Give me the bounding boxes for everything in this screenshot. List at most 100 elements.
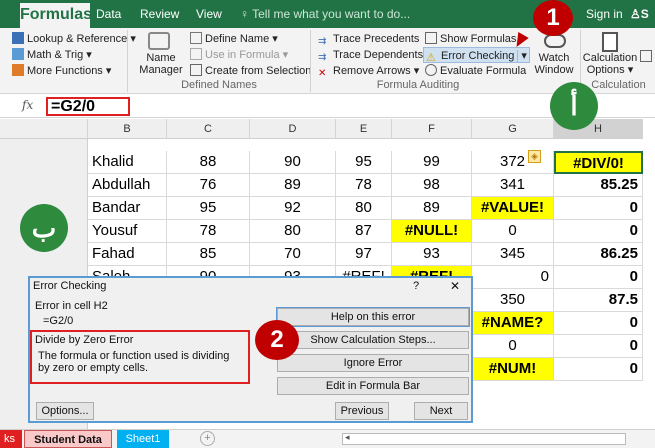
cell-H8[interactable]: 87.5 [554,289,643,312]
cell-D3[interactable]: 89 [250,174,336,197]
name-manager-button[interactable]: Name Manager [136,52,186,80]
help-on-error-button[interactable]: Help on this error [276,307,470,327]
cell-E5[interactable]: 87 [336,220,392,243]
watch-window-button[interactable]: Watch Window [530,52,578,80]
cell-B5[interactable]: Yousuf [88,220,167,243]
define-name-button[interactable]: Define Name ▾ [190,31,278,47]
use-in-formula-button[interactable]: Use in Formula ▾ [190,47,288,63]
cell-F3[interactable]: 98 [392,174,472,197]
tab-data[interactable]: Data [96,0,121,28]
remove-arrows-button[interactable]: ✕ Remove Arrows ▾ [318,63,419,79]
edit-in-formula-bar-button[interactable]: Edit in Formula Bar [277,377,469,395]
more-functions-button[interactable]: More Functions ▾ [12,63,111,79]
cell-G3[interactable]: 341 [472,174,554,197]
cell-G9[interactable]: #NAME? [472,312,554,335]
cell-B4[interactable]: Bandar [88,197,167,220]
evaluate-formula-button[interactable]: Evaluate Formula [425,63,526,79]
cell-H4[interactable]: 0 [554,197,643,220]
cell-E4[interactable]: 80 [336,197,392,220]
tab-review[interactable]: Review [140,0,179,28]
cell-H2[interactable]: #DIV/0! [554,151,643,174]
column-header[interactable]: D [250,119,336,139]
cell-G6[interactable]: 345 [472,243,554,266]
cell-E6[interactable]: 97 [336,243,392,266]
cell-B3[interactable]: Abdullah [88,174,167,197]
close-icon[interactable]: ✕ [450,279,460,293]
chevron-down-icon[interactable]: ▾ [517,50,527,62]
cell-C4[interactable]: 95 [167,197,250,220]
cell-G7[interactable]: 0 [472,266,554,289]
cell-D6[interactable]: 70 [250,243,336,266]
help-question-button[interactable]: ? [413,280,419,292]
cell-H6[interactable]: 86.25 [554,243,643,266]
cell-G8[interactable]: 350 [472,289,554,312]
column-header[interactable]: G [472,119,554,139]
cell-B6[interactable]: Fahad [88,243,167,266]
cell-H7[interactable]: 0 [554,266,643,289]
add-sheet-button[interactable]: + [200,431,215,446]
trace-precedents-button[interactable]: ⇉ Trace Precedents [318,31,419,47]
trace-dependents-button[interactable]: ⇉ Trace Dependents [318,47,423,63]
error-smart-tag-icon[interactable]: ◈ [528,150,541,163]
tab-view[interactable]: View [196,0,222,28]
sheet-tab-sheet1[interactable]: Sheet1 [117,430,169,448]
math-trig-button[interactable]: Math & Trig ▾ [12,47,92,63]
cell-G11[interactable]: #NUM! [472,358,554,381]
show-calculation-steps-button[interactable]: Show Calculation Steps... [277,331,469,349]
cell-H10[interactable]: 0 [554,335,643,358]
annotation-badge-2: 2 [255,320,299,360]
tab-formulas[interactable]: Formulas [20,3,92,29]
calculation-options-button[interactable]: Calculation Options ▾ [582,52,638,80]
cell-C2[interactable]: 88 [167,151,250,174]
excel-window: Formulas Data Review View ♀ Tell me what… [0,0,655,448]
cell-D5[interactable]: 80 [250,220,336,243]
cell-E3[interactable]: 78 [336,174,392,197]
sign-in-link[interactable]: Sign in [586,0,623,28]
cell-F5[interactable]: #NULL! [392,220,472,243]
cell-G10[interactable]: 0 [472,335,554,358]
formula-input[interactable]: =G2/0 [46,97,130,116]
cell-D4[interactable]: 92 [250,197,336,220]
fx-icon[interactable]: fx [22,98,33,112]
column-header[interactable]: E [336,119,392,139]
cell-C5[interactable]: 78 [167,220,250,243]
column-header[interactable]: F [392,119,472,139]
select-all-corner[interactable] [0,119,88,139]
cell-C6[interactable]: 85 [167,243,250,266]
cell-B2[interactable]: Khalid [88,151,167,174]
lookup-reference-button[interactable]: Lookup & Reference ▾ [12,31,136,47]
cell-H5[interactable]: 0 [554,220,643,243]
tell-me-box[interactable]: ♀ Tell me what you want to do... [240,0,410,28]
cell-F2[interactable]: 99 [392,151,472,174]
previous-button[interactable]: Previous [335,402,389,420]
cell-F6[interactable]: 93 [392,243,472,266]
cell-G5[interactable]: 0 [472,220,554,243]
cell-H9[interactable]: 0 [554,312,643,335]
error-checking-button[interactable]: ⚠ Error Checking ▾ [423,47,530,64]
column-header[interactable]: C [167,119,250,139]
cell-G2[interactable]: 372 [472,151,554,174]
options-button[interactable]: Options... [36,402,94,420]
more-functions-icon [12,64,24,76]
cell-H11[interactable]: 0 [554,358,643,381]
scroll-left-icon[interactable]: ◂ [345,432,350,443]
cell-D2[interactable]: 90 [250,151,336,174]
cell-F4[interactable]: 89 [392,197,472,220]
sheet-tab-partial[interactable]: ks [0,430,22,448]
cell-C3[interactable]: 76 [167,174,250,197]
create-from-selection-button[interactable]: Create from Selection [190,63,311,79]
column-header[interactable]: B [88,119,167,139]
horizontal-scrollbar[interactable]: ◂ [342,432,626,445]
tag-icon [190,32,202,44]
cell-G4[interactable]: #VALUE! [472,197,554,220]
share-button[interactable]: ♙S [630,0,649,28]
calculate-now-icon[interactable] [640,50,652,62]
show-formulas-button[interactable]: Show Formulas [425,31,516,47]
annotation-badge-1: 1 [533,0,573,36]
trace-precedents-icon: ⇉ [318,36,327,47]
next-button[interactable]: Next [414,402,468,420]
sheet-tab-student-data[interactable]: Student Data [24,430,112,448]
cell-E2[interactable]: 95 [336,151,392,174]
cell-H3[interactable]: 85.25 [554,174,643,197]
ignore-error-button[interactable]: Ignore Error [277,354,469,372]
